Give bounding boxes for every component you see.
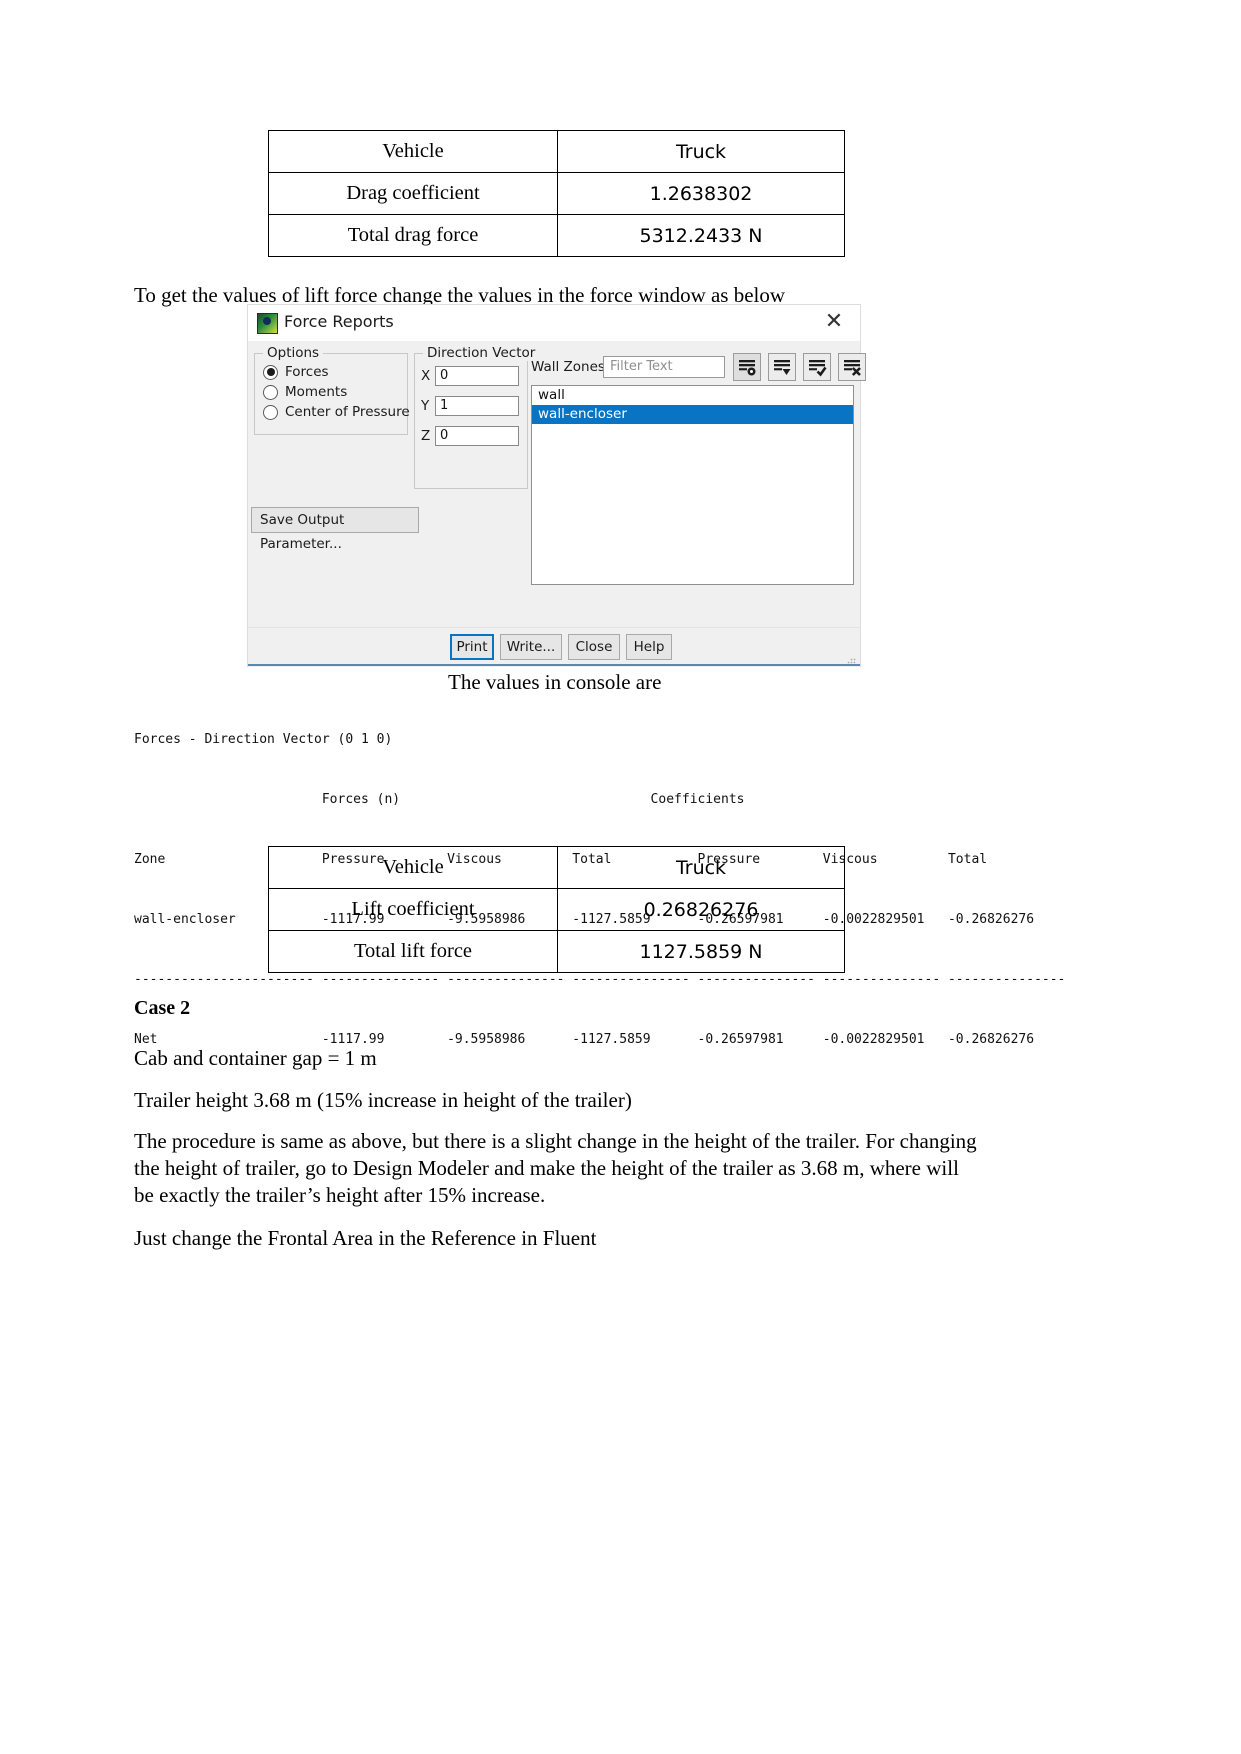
direction-vector-x-input[interactable]: 0 [435, 366, 519, 386]
lift-row-2-value: 1127.5859 N [557, 930, 845, 973]
fluent-app-icon [257, 313, 278, 334]
procedure-paragraph: The procedure is same as above, but ther… [134, 1129, 977, 1207]
direction-vector-x-label: X [421, 368, 431, 384]
list-item[interactable]: wall [532, 386, 853, 405]
write-button[interactable]: Write... [500, 634, 562, 660]
table-row: Vehicle Truck [268, 130, 845, 173]
save-output-parameter-button[interactable]: Save Output Parameter... [251, 507, 419, 552]
table-row: Lift coefficient 0.26826276 [268, 888, 845, 931]
lift-row-1-label: Lift coefficient [268, 888, 558, 931]
list-select-icon[interactable] [733, 353, 761, 381]
direction-vector-z-row: Z 0 [421, 426, 519, 446]
list-deselect-all-icon-glyph [844, 360, 861, 376]
lift-row-0-value: Truck [557, 846, 845, 889]
lift-results-table: Vehicle Truck Lift coefficient 0.2682627… [268, 846, 845, 973]
gap-paragraph: Cab and container gap = 1 m [134, 1046, 377, 1070]
list-item[interactable]: wall-encloser [532, 405, 853, 424]
list-check-all-icon-glyph [809, 360, 827, 377]
list-dropdown-icon[interactable] [768, 353, 796, 381]
trailer-height-paragraph: Trailer height 3.68 m (15% increase in h… [134, 1088, 632, 1112]
wall-zones-panel: Wall Zones Filter Text wall wall-enclose… [531, 349, 866, 621]
lift-row-0-label: Vehicle [268, 846, 558, 889]
direction-vector-y-row: Y 1 [421, 396, 519, 416]
force-reports-dialog: Force Reports ✕ Options Forces Moments C… [248, 305, 866, 667]
direction-vector-y-label: Y [421, 398, 430, 414]
wall-zones-label: Wall Zones [531, 359, 605, 375]
console-line: Forces - Direction Vector (0 1 0) [134, 732, 393, 747]
drag-row-2-value: 5312.2433 N [557, 214, 845, 257]
drag-row-0-label: Vehicle [268, 130, 558, 173]
table-row: Total drag force 5312.2433 N [268, 214, 845, 257]
drag-row-2-label: Total drag force [268, 214, 558, 257]
direction-vector-z-input[interactable]: 0 [435, 426, 519, 446]
drag-row-1-label: Drag coefficient [268, 172, 558, 215]
dialog-titlebar: Force Reports ✕ [248, 305, 860, 341]
list-deselect-all-icon[interactable] [838, 353, 866, 381]
table-row: Total lift force 1127.5859 N [268, 930, 845, 973]
case-2-heading: Case 2 [134, 997, 191, 1019]
lift-row-1-value: 0.26826276 [557, 888, 845, 931]
close-button[interactable]: Close [568, 634, 620, 660]
direction-vector-group-title: Direction Vector [423, 345, 540, 361]
radio-moments-label: Moments [285, 384, 348, 400]
list-select-icon-glyph [739, 360, 756, 376]
close-icon[interactable]: ✕ [822, 311, 846, 335]
drag-results-table: Vehicle Truck Drag coefficient 1.2638302… [268, 130, 845, 257]
list-check-all-icon[interactable] [803, 353, 831, 381]
radio-moments-mark [263, 384, 278, 400]
direction-vector-group: Direction Vector X 0 Y 1 Z 0 [414, 345, 540, 489]
dialog-title: Force Reports [284, 312, 394, 331]
resize-grip-icon[interactable] [846, 654, 856, 664]
document-page: Vehicle Truck Drag coefficient 1.2638302… [0, 0, 1241, 1754]
options-group: Options Forces Moments Center of Pressur… [254, 345, 410, 435]
list-dropdown-icon-glyph [774, 360, 791, 375]
wall-zones-list[interactable]: wall wall-encloser [531, 385, 854, 585]
dialog-body: Options Forces Moments Center of Pressur… [248, 341, 866, 627]
radio-forces-label: Forces [285, 364, 329, 380]
radio-center-of-pressure[interactable]: Center of Pressure [263, 404, 410, 420]
console-line: Forces (n) Coefficients [134, 792, 745, 807]
radio-moments[interactable]: Moments [263, 384, 347, 400]
table-row: Vehicle Truck [268, 846, 845, 889]
drag-row-0-value: Truck [557, 130, 845, 173]
dialog-footer: Print Write... Close Help [248, 627, 860, 667]
direction-vector-x-row: X 0 [421, 366, 519, 386]
help-button[interactable]: Help [626, 634, 672, 660]
frontal-area-paragraph: Just change the Frontal Area in the Refe… [134, 1226, 597, 1250]
radio-forces-mark [263, 364, 278, 380]
table-row: Drag coefficient 1.2638302 [268, 172, 845, 215]
radio-center-of-pressure-label: Center of Pressure [285, 404, 410, 420]
drag-row-1-value: 1.2638302 [557, 172, 845, 215]
radio-center-of-pressure-mark [263, 404, 278, 420]
filter-text-input[interactable]: Filter Text [603, 356, 725, 378]
direction-vector-z-label: Z [421, 428, 431, 444]
console-line: ----------------------- --------------- … [134, 972, 1066, 987]
print-button[interactable]: Print [450, 634, 494, 660]
dialog-bottom-rule [248, 664, 860, 666]
radio-forces[interactable]: Forces [263, 364, 329, 380]
lift-row-2-label: Total lift force [268, 930, 558, 973]
options-group-title: Options [263, 345, 324, 361]
direction-vector-y-input[interactable]: 1 [435, 396, 519, 416]
